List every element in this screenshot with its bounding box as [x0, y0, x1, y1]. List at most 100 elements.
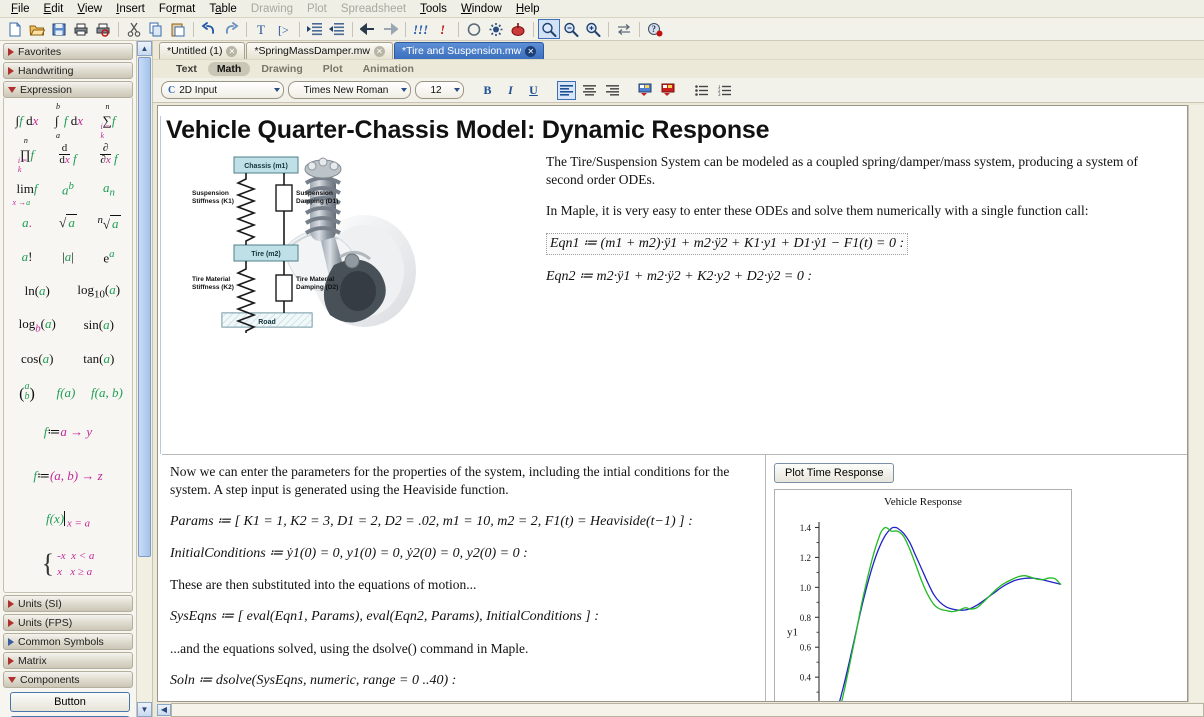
settings-icon[interactable] — [485, 19, 507, 39]
palette-section-components[interactable]: Components — [3, 671, 133, 688]
palette-item-arrow-function-two[interactable]: f≔(a, b) → z — [7, 454, 130, 498]
palette-item-subscript[interactable]: an — [89, 172, 130, 206]
palette-item-indefinite-integral[interactable]: ∫f dx — [7, 104, 48, 138]
component-button[interactable]: Button — [10, 692, 130, 712]
menu-edit[interactable]: Edit — [37, 2, 71, 16]
palette-scrollbar[interactable]: ▲ ▼ — [137, 41, 153, 717]
palette-item-log-base-b[interactable]: logb(a) — [7, 308, 69, 342]
italic-button[interactable]: I — [501, 81, 520, 100]
palette-item-nth-root[interactable]: n√ a — [89, 206, 130, 240]
palette-section-units-si[interactable]: Units (SI) — [3, 595, 133, 612]
text-mode-icon[interactable]: T — [251, 19, 273, 39]
outdent-icon[interactable] — [326, 19, 348, 39]
palette-item-exponential[interactable]: ea — [89, 240, 130, 274]
text-color-button[interactable] — [636, 81, 655, 100]
redo-icon[interactable] — [220, 19, 242, 39]
palette-item-sine[interactable]: sin(a) — [68, 308, 130, 342]
menu-tools[interactable]: Tools — [413, 2, 454, 16]
interrupt-icon[interactable] — [507, 19, 529, 39]
bullet-list-button[interactable] — [692, 81, 711, 100]
palette-section-expression[interactable]: Expression — [3, 81, 133, 98]
palette-scroll-up-button[interactable]: ▲ — [137, 41, 152, 56]
params-line[interactable]: Params ≔ [ K1 = 1, K2 = 3, D1 = 2, D2 = … — [170, 513, 753, 532]
menu-insert[interactable]: Insert — [109, 2, 152, 16]
hscroll-left-button[interactable]: ◀ — [157, 703, 171, 716]
align-left-button[interactable] — [557, 80, 576, 100]
palette-item-decimal[interactable]: a. — [7, 206, 48, 240]
print-icon[interactable] — [70, 19, 92, 39]
back-arrow-icon[interactable] — [357, 19, 379, 39]
restart-kernel-icon[interactable] — [463, 19, 485, 39]
menu-format[interactable]: Format — [152, 2, 202, 16]
palette-scroll-thumb[interactable] — [138, 57, 151, 557]
forward-arrow-icon[interactable] — [379, 19, 401, 39]
undo-icon[interactable] — [198, 19, 220, 39]
close-icon[interactable]: ✕ — [374, 45, 385, 57]
palette-item-piecewise[interactable]: {-x x < ax x ≥ a — [7, 542, 130, 586]
mode-drawing[interactable]: Drawing — [252, 62, 311, 76]
close-icon[interactable]: ✕ — [226, 45, 238, 57]
menu-window[interactable]: Window — [454, 2, 509, 16]
bold-button[interactable]: B — [478, 81, 497, 100]
palette-item-function-two-args[interactable]: f(a, b) — [86, 376, 127, 410]
close-icon[interactable]: ✕ — [525, 45, 537, 57]
palette-item-cosine[interactable]: cos(a) — [7, 342, 69, 376]
font-family-combo[interactable]: Times New Roman — [288, 81, 411, 99]
palette-section-common-symbols[interactable]: Common Symbols — [3, 633, 133, 650]
palette-section-favorites[interactable]: Favorites — [3, 43, 133, 60]
highlight-color-button[interactable] — [659, 81, 678, 100]
document-canvas[interactable]: Vehicle Quarter-Chassis Model: Dynamic R… — [157, 105, 1188, 702]
palette-section-matrix[interactable]: Matrix — [3, 652, 133, 669]
mode-plot[interactable]: Plot — [314, 62, 352, 76]
palette-item-summation[interactable]: ni = k ∑f — [89, 102, 130, 140]
font-size-combo[interactable]: 12 — [415, 81, 464, 99]
numbered-list-button[interactable]: 123 — [715, 81, 734, 100]
equation-1[interactable]: Eqn1 ≔ (m1 + m2)·ÿ1 + m2·ÿ2 + K1·y1 + D1… — [546, 232, 909, 256]
document-tab-1[interactable]: *SpringMassDamper.mw ✕ — [246, 42, 393, 59]
zoom-out-icon[interactable] — [560, 19, 582, 39]
menu-file[interactable]: File — [4, 2, 37, 16]
palette-item-absolute-value[interactable]: |a| — [48, 240, 89, 274]
align-right-button[interactable] — [603, 81, 622, 100]
plot-time-response-button[interactable]: Plot Time Response — [774, 463, 895, 483]
palette-item-evaluate-at[interactable]: f(x) x = a — [7, 498, 130, 542]
underline-button[interactable]: U — [524, 81, 543, 100]
initial-conditions-line[interactable]: InitialConditions ≔ ẏ1(0) = 0, y1(0) = 0… — [170, 545, 753, 564]
save-icon[interactable] — [48, 19, 70, 39]
align-center-button[interactable] — [580, 81, 599, 100]
palette-section-handwriting[interactable]: Handwriting — [3, 62, 133, 79]
menu-view[interactable]: View — [70, 2, 109, 16]
equation-2[interactable]: Eqn2 ≔ m2·ÿ1 + m2·ÿ2 + K2·y2 + D2·ẏ2 = 0… — [546, 268, 1177, 287]
palette-item-factorial[interactable]: a! — [7, 240, 48, 274]
mode-text[interactable]: Text — [167, 62, 206, 76]
palette-item-binomial[interactable]: (a b) — [9, 376, 46, 410]
palette-section-units-fps[interactable]: Units (FPS) — [3, 614, 133, 631]
palette-item-function-one-arg[interactable]: f(a) — [45, 376, 86, 410]
menu-help[interactable]: Help — [509, 2, 547, 16]
palette-item-limit[interactable]: lim x →a f — [7, 172, 48, 207]
indent-icon[interactable] — [304, 19, 326, 39]
document-tab-0[interactable]: *Untitled (1) ✕ — [159, 42, 246, 59]
mode-animation[interactable]: Animation — [354, 62, 423, 76]
execute-icon[interactable]: ! — [432, 19, 454, 39]
palette-item-tangent[interactable]: tan(a) — [68, 342, 130, 376]
execute-all-icon[interactable]: !!! — [410, 19, 432, 39]
input-mode-combo[interactable]: C 2D Input — [161, 81, 284, 99]
vehicle-response-plot[interactable]: Vehicle Response 00.20.40.60.81.01.21.41… — [774, 489, 1072, 701]
soln-line[interactable]: Soln ≔ dsolve(SysEqns, numeric, range = … — [170, 672, 753, 691]
math-mode-icon[interactable]: [> — [273, 19, 295, 39]
menu-table[interactable]: Table — [202, 2, 244, 16]
palette-item-product[interactable]: ni = k ∏f — [7, 136, 48, 174]
zoom-in-icon[interactable] — [582, 19, 604, 39]
palette-item-power[interactable]: ab — [48, 172, 89, 206]
print-preview-icon[interactable] — [92, 19, 114, 39]
syseqns-line[interactable]: SysEqns ≔ [ eval(Eqn1, Params), eval(Eqn… — [170, 608, 753, 627]
palette-item-log-base-10[interactable]: log10(a) — [68, 274, 130, 308]
new-icon[interactable] — [4, 19, 26, 39]
document-tab-2[interactable]: *Tire and Suspension.mw ✕ — [394, 42, 545, 59]
document-vertical-scrollbar[interactable] — [1188, 105, 1204, 702]
palette-item-definite-integral[interactable]: b a ∫ f dx — [48, 102, 89, 140]
palette-item-square-root[interactable]: √ a — [48, 206, 89, 240]
copy-icon[interactable] — [145, 19, 167, 39]
toggle-view-icon[interactable] — [613, 19, 635, 39]
